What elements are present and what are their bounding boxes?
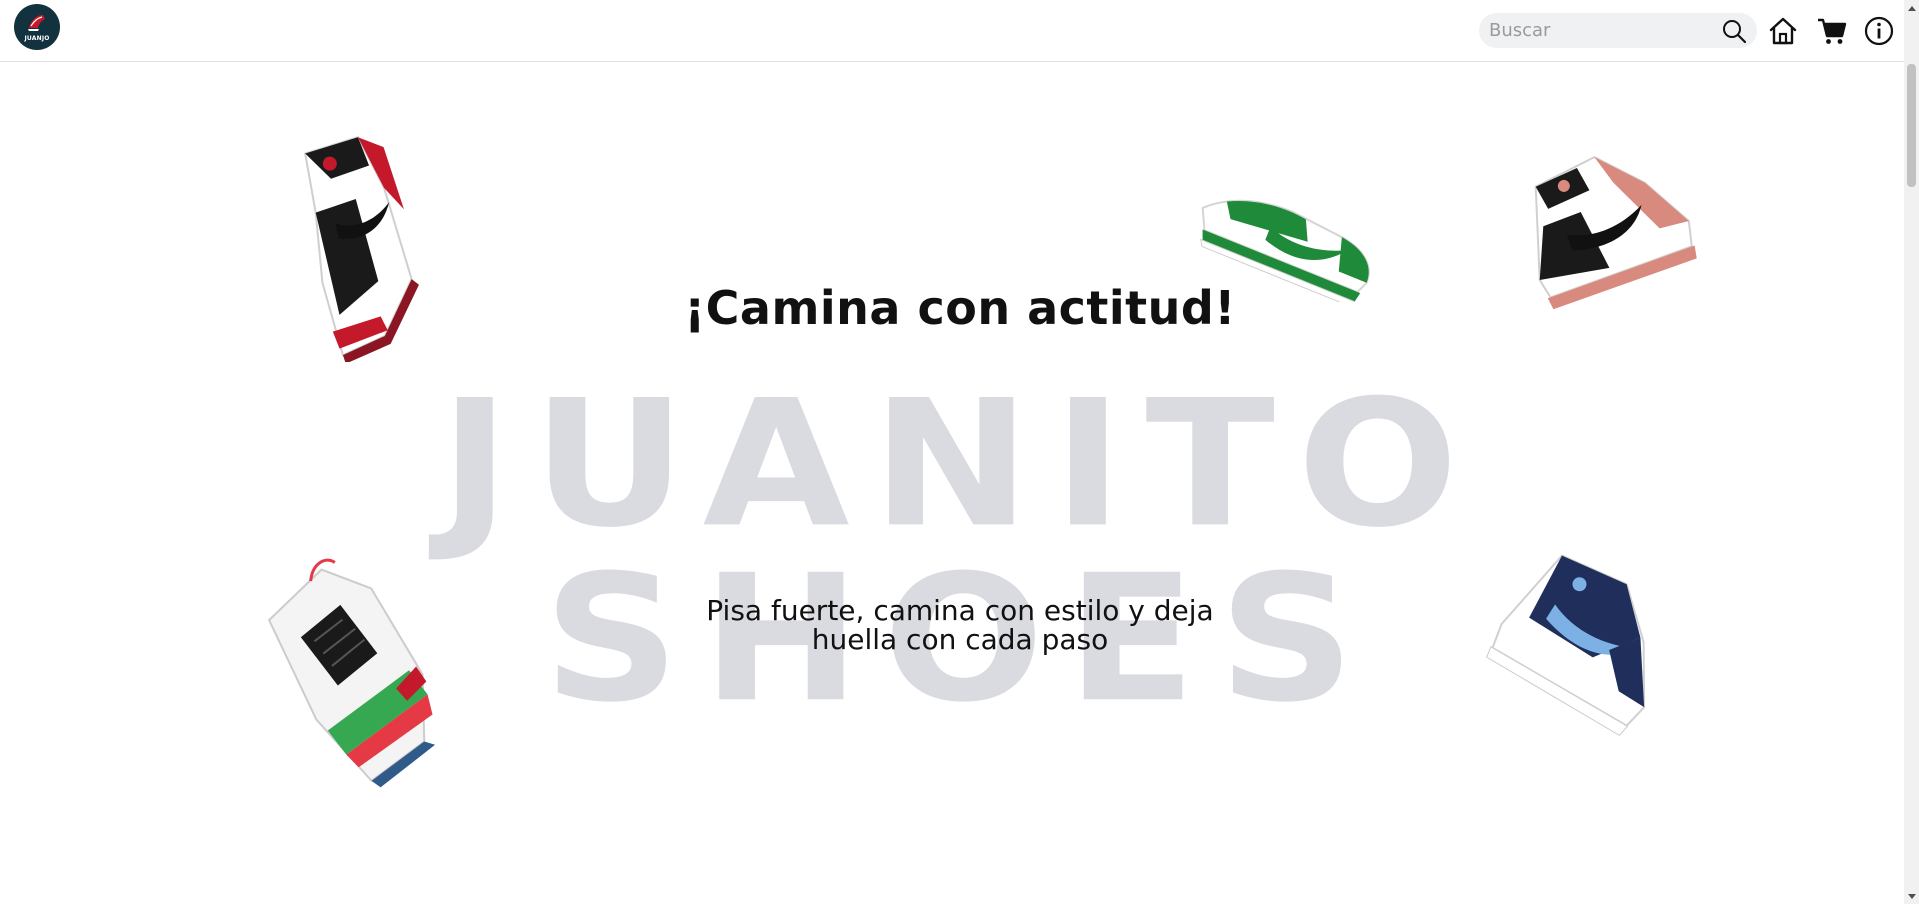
logo-text: JUANJO — [24, 35, 50, 42]
scroll-down-arrow-icon[interactable] — [1904, 889, 1919, 904]
scroll-up-arrow-icon[interactable] — [1904, 0, 1919, 15]
red-black-hightop-shoe-image — [304, 136, 419, 362]
logo-shoe-icon — [28, 15, 45, 31]
search-input[interactable] — [1489, 13, 1714, 48]
scrollbar-thumb[interactable] — [1907, 64, 1916, 187]
search-bar — [1479, 13, 1757, 48]
white-green-retro-shoe-image — [267, 558, 436, 788]
search-icon[interactable] — [1721, 18, 1747, 44]
logo[interactable]: JUANJO — [14, 4, 60, 50]
cart-icon[interactable] — [1817, 16, 1847, 46]
top-navbar: JUANJO — [0, 0, 1904, 62]
pink-black-hightop-shoe-image — [1534, 155, 1697, 310]
hero-tagline: ¡Camina con actitud! — [684, 281, 1236, 335]
home-icon[interactable] — [1768, 16, 1798, 46]
hero-subtitle: Pisa fuerte, camina con estilo y deja hu… — [660, 596, 1260, 655]
subtitle-line-2: huella con cada paso — [811, 623, 1109, 657]
subtitle-line-1: Pisa fuerte, camina con estilo y deja — [706, 594, 1214, 627]
navy-blue-hightop-shoe-image — [1486, 554, 1646, 737]
hero-section: JUANITO SHOES ¡Camina con actitud! Pisa … — [0, 62, 1904, 904]
info-icon[interactable] — [1864, 16, 1894, 46]
page-scrollbar[interactable] — [1904, 0, 1919, 904]
